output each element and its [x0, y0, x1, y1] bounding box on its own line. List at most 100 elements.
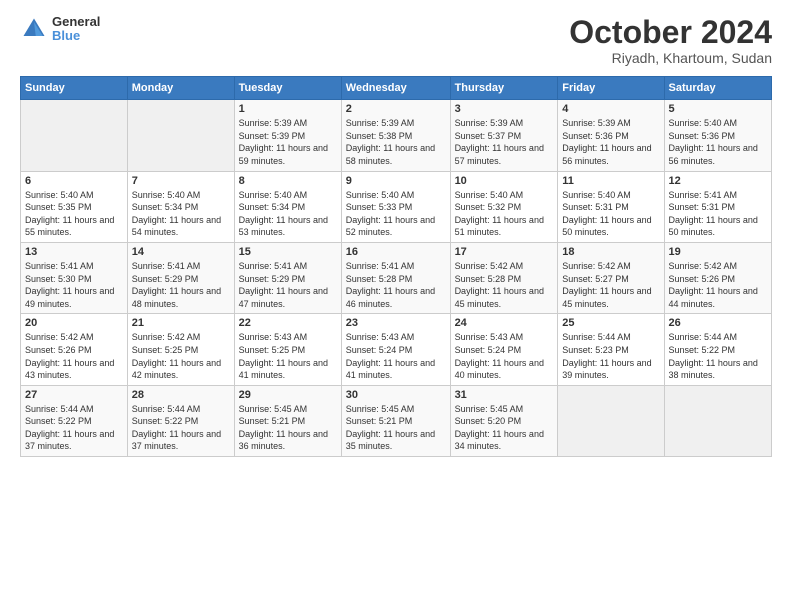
day-info: Sunrise: 5:45 AMSunset: 5:21 PMDaylight:… — [346, 403, 446, 453]
day-cell: 2Sunrise: 5:39 AMSunset: 5:38 PMDaylight… — [341, 100, 450, 171]
col-sunday: Sunday — [21, 77, 128, 100]
day-cell: 5 Sunrise: 5:40 AMSunset: 5:36 PMDaylight… — [664, 100, 771, 171]
col-friday: Friday — [558, 77, 664, 100]
day-number: 26 — [669, 317, 767, 329]
header-row: Sunday Monday Tuesday Wednesday Thursday… — [21, 77, 772, 100]
day-cell: 22 Sunrise: 5:43 AMSunset: 5:25 PMDayligh… — [234, 314, 341, 385]
day-cell: 28 Sunrise: 5:44 AMSunset: 5:22 PMDayligh… — [127, 385, 234, 456]
day-number: 21 — [132, 317, 230, 329]
day-info: Sunrise: 5:42 AMSunset: 5:26 PMDaylight:… — [25, 331, 123, 381]
day-info: Sunrise: 5:44 AMSunset: 5:22 PMDaylight:… — [669, 331, 767, 381]
day-info: Sunrise: 5:40 AMSunset: 5:34 PMDaylight:… — [239, 189, 337, 239]
day-info: Sunrise: 5:41 AMSunset: 5:29 PMDaylight:… — [132, 260, 230, 310]
day-number: 23 — [346, 317, 446, 329]
day-number: 30 — [346, 389, 446, 401]
day-info: Sunrise: 5:39 AMSunset: 5:38 PMDaylight:… — [346, 117, 446, 167]
day-number: 14 — [132, 246, 230, 258]
week-row-2: 6 Sunrise: 5:40 AMSunset: 5:35 PMDaylight… — [21, 171, 772, 242]
calendar-header: Sunday Monday Tuesday Wednesday Thursday… — [21, 77, 772, 100]
day-number: 5 — [669, 103, 767, 115]
day-cell: 26 Sunrise: 5:44 AMSunset: 5:22 PMDayligh… — [664, 314, 771, 385]
day-number: 10 — [455, 175, 554, 187]
day-cell: 13 Sunrise: 5:41 AMSunset: 5:30 PMDayligh… — [21, 242, 128, 313]
day-number: 28 — [132, 389, 230, 401]
day-info: Sunrise: 5:40 AMSunset: 5:32 PMDaylight:… — [455, 189, 554, 239]
day-cell — [21, 100, 128, 171]
day-number: 15 — [239, 246, 337, 258]
col-saturday: Saturday — [664, 77, 771, 100]
day-number: 29 — [239, 389, 337, 401]
day-cell: 30 Sunrise: 5:45 AMSunset: 5:21 PMDayligh… — [341, 385, 450, 456]
day-number: 22 — [239, 317, 337, 329]
day-info: Sunrise: 5:45 AMSunset: 5:21 PMDaylight:… — [239, 403, 337, 453]
day-cell: 6 Sunrise: 5:40 AMSunset: 5:35 PMDaylight… — [21, 171, 128, 242]
day-number: 6 — [25, 175, 123, 187]
day-cell: 15Sunrise: 5:41 AMSunset: 5:29 PMDayligh… — [234, 242, 341, 313]
page: General Blue October 2024 Riyadh, Kharto… — [0, 0, 792, 612]
day-number: 9 — [346, 175, 446, 187]
day-cell — [558, 385, 664, 456]
day-cell: 31Sunrise: 5:45 AMSunset: 5:20 PMDayligh… — [450, 385, 558, 456]
logo-line2: Blue — [52, 29, 100, 43]
day-cell: 21 Sunrise: 5:42 AMSunset: 5:25 PMDayligh… — [127, 314, 234, 385]
day-info: Sunrise: 5:42 AMSunset: 5:28 PMDaylight:… — [455, 260, 554, 310]
day-info: Sunrise: 5:41 AMSunset: 5:28 PMDaylight:… — [346, 260, 446, 310]
day-info: Sunrise: 5:43 AMSunset: 5:24 PMDaylight:… — [455, 331, 554, 381]
day-info: Sunrise: 5:45 AMSunset: 5:20 PMDaylight:… — [455, 403, 554, 453]
day-cell: 11Sunrise: 5:40 AMSunset: 5:31 PMDayligh… — [558, 171, 664, 242]
day-cell: 16 Sunrise: 5:41 AMSunset: 5:28 PMDayligh… — [341, 242, 450, 313]
day-number: 3 — [455, 103, 554, 115]
day-cell: 18 Sunrise: 5:42 AMSunset: 5:27 PMDayligh… — [558, 242, 664, 313]
day-number: 1 — [239, 103, 337, 115]
day-info: Sunrise: 5:43 AMSunset: 5:24 PMDaylight:… — [346, 331, 446, 381]
header: General Blue October 2024 Riyadh, Kharto… — [20, 15, 772, 66]
col-monday: Monday — [127, 77, 234, 100]
logo-text: General Blue — [52, 15, 100, 44]
day-cell: 3 Sunrise: 5:39 AMSunset: 5:37 PMDaylight… — [450, 100, 558, 171]
day-info: Sunrise: 5:42 AMSunset: 5:25 PMDaylight:… — [132, 331, 230, 381]
week-row-1: 1 Sunrise: 5:39 AMSunset: 5:39 PMDaylight… — [21, 100, 772, 171]
day-cell: 27 Sunrise: 5:44 AMSunset: 5:22 PMDayligh… — [21, 385, 128, 456]
day-number: 16 — [346, 246, 446, 258]
calendar-body: 1 Sunrise: 5:39 AMSunset: 5:39 PMDaylight… — [21, 100, 772, 457]
col-thursday: Thursday — [450, 77, 558, 100]
day-info: Sunrise: 5:44 AMSunset: 5:22 PMDaylight:… — [132, 403, 230, 453]
day-info: Sunrise: 5:39 AMSunset: 5:39 PMDaylight:… — [239, 117, 337, 167]
day-number: 17 — [455, 246, 554, 258]
day-number: 18 — [562, 246, 659, 258]
day-cell: 19Sunrise: 5:42 AMSunset: 5:26 PMDayligh… — [664, 242, 771, 313]
day-number: 8 — [239, 175, 337, 187]
day-info: Sunrise: 5:40 AMSunset: 5:31 PMDaylight:… — [562, 189, 659, 239]
day-number: 7 — [132, 175, 230, 187]
title-block: October 2024 Riyadh, Khartoum, Sudan — [569, 15, 772, 66]
day-cell: 24Sunrise: 5:43 AMSunset: 5:24 PMDayligh… — [450, 314, 558, 385]
day-cell: 12Sunrise: 5:41 AMSunset: 5:31 PMDayligh… — [664, 171, 771, 242]
logo-icon — [20, 15, 48, 43]
day-number: 13 — [25, 246, 123, 258]
day-number: 25 — [562, 317, 659, 329]
day-number: 20 — [25, 317, 123, 329]
day-info: Sunrise: 5:42 AMSunset: 5:27 PMDaylight:… — [562, 260, 659, 310]
day-info: Sunrise: 5:39 AMSunset: 5:37 PMDaylight:… — [455, 117, 554, 167]
day-number: 19 — [669, 246, 767, 258]
day-cell — [127, 100, 234, 171]
day-cell: 1 Sunrise: 5:39 AMSunset: 5:39 PMDaylight… — [234, 100, 341, 171]
day-info: Sunrise: 5:44 AMSunset: 5:22 PMDaylight:… — [25, 403, 123, 453]
day-number: 27 — [25, 389, 123, 401]
day-cell: 14 Sunrise: 5:41 AMSunset: 5:29 PMDayligh… — [127, 242, 234, 313]
day-info: Sunrise: 5:43 AMSunset: 5:25 PMDaylight:… — [239, 331, 337, 381]
day-cell: 4Sunrise: 5:39 AMSunset: 5:36 PMDaylight… — [558, 100, 664, 171]
day-info: Sunrise: 5:40 AMSunset: 5:36 PMDaylight:… — [669, 117, 767, 167]
week-row-4: 20 Sunrise: 5:42 AMSunset: 5:26 PMDayligh… — [21, 314, 772, 385]
day-info: Sunrise: 5:39 AMSunset: 5:36 PMDaylight:… — [562, 117, 659, 167]
day-info: Sunrise: 5:41 AMSunset: 5:30 PMDaylight:… — [25, 260, 123, 310]
day-info: Sunrise: 5:40 AMSunset: 5:35 PMDaylight:… — [25, 189, 123, 239]
day-cell: 7Sunrise: 5:40 AMSunset: 5:34 PMDaylight… — [127, 171, 234, 242]
logo: General Blue — [20, 15, 100, 44]
day-cell: 9Sunrise: 5:40 AMSunset: 5:33 PMDaylight… — [341, 171, 450, 242]
day-cell: 20 Sunrise: 5:42 AMSunset: 5:26 PMDayligh… — [21, 314, 128, 385]
day-number: 12 — [669, 175, 767, 187]
calendar-subtitle: Riyadh, Khartoum, Sudan — [569, 50, 772, 66]
calendar-table: Sunday Monday Tuesday Wednesday Thursday… — [20, 76, 772, 457]
week-row-5: 27 Sunrise: 5:44 AMSunset: 5:22 PMDayligh… — [21, 385, 772, 456]
